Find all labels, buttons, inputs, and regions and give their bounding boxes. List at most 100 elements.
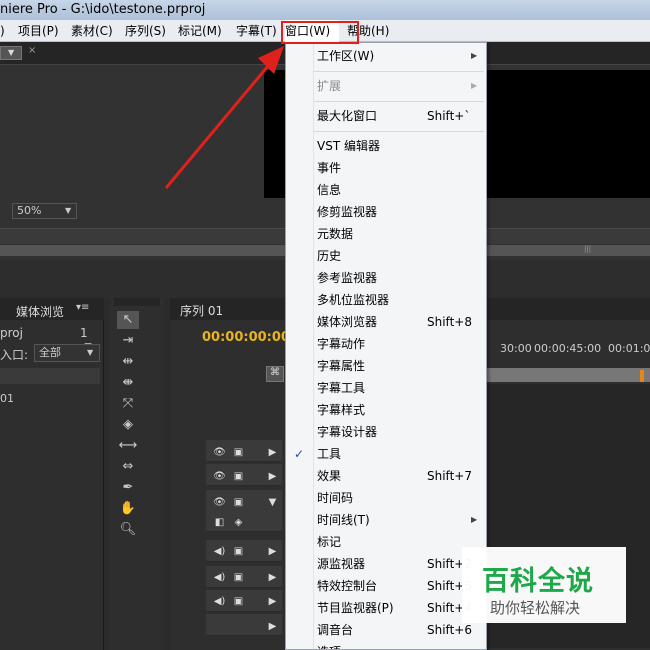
lock-icon[interactable]: ▣ [232, 545, 245, 558]
menu-item-source-monitor[interactable]: 源监视器 Shift+2 [286, 553, 486, 575]
menu-item-options[interactable]: 选项 [286, 641, 486, 649]
speaker-icon[interactable]: ◀) [213, 571, 226, 584]
menu-item-vst-editor[interactable]: VST 编辑器 [286, 135, 486, 157]
work-area-bar[interactable] [486, 368, 650, 382]
menu-item-label: 字幕动作 [317, 337, 366, 351]
menu-item-label: 标记 [317, 535, 342, 549]
menu-item-label: 时间码 [317, 491, 354, 505]
panel-menu-icon[interactable]: ▾≡ [76, 302, 89, 313]
menu-separator [314, 131, 484, 132]
menu-item-maximize[interactable]: 最大化窗口 Shift+` [286, 105, 486, 127]
lock-icon[interactable]: ▣ [232, 496, 245, 509]
collapse-icon[interactable]: ▼ [266, 496, 279, 509]
menu-item-metadata[interactable]: 元数据 [286, 223, 486, 245]
menu-item-label: 字幕属性 [317, 359, 366, 373]
menu-clip[interactable]: 素材(C) [71, 20, 113, 42]
project-tab-strip: 媒体浏览 ▾≡ [0, 298, 104, 320]
menu-item-multicam-monitor[interactable]: 多机位监视器 [286, 289, 486, 311]
menu-item-timecode[interactable]: 时间码 [286, 487, 486, 509]
arrow-head [258, 46, 284, 74]
menu-item-label: 字幕样式 [317, 403, 366, 417]
entry-value: 全部 [39, 346, 61, 359]
expand-icon[interactable]: ▶ [266, 571, 279, 584]
menu-item-label: 修剪监视器 [317, 205, 378, 219]
expand-icon[interactable]: ▶ [266, 595, 279, 608]
menu-separator [314, 101, 484, 102]
grip-icon: ||| [584, 245, 592, 253]
track-select-tool-icon[interactable]: ⇥ [117, 332, 139, 350]
playhead-marker[interactable] [640, 370, 644, 382]
rate-stretch-tool-icon[interactable]: ⤧ [117, 395, 139, 413]
menu-item-timelines[interactable]: 时间线(T) ▶ [286, 509, 486, 531]
menu-item-info[interactable]: 信息 [286, 179, 486, 201]
keyframe-icon[interactable]: ◧ [213, 516, 226, 529]
chevron-down-icon: ▼ [87, 348, 94, 357]
expand-icon[interactable]: ▶ [266, 446, 279, 459]
keyframe-add-icon[interactable]: ◈ [232, 516, 245, 529]
menu-item-label: 节目监视器(P) [317, 601, 394, 615]
expand-icon[interactable]: ▶ [266, 470, 279, 483]
menu-item-title-actions[interactable]: 字幕动作 [286, 333, 486, 355]
razor-tool-icon[interactable]: ◈ [117, 416, 139, 434]
slide-tool-icon[interactable]: ⇔ [117, 458, 139, 476]
menu-item-tools[interactable]: ✓ 工具 [286, 443, 486, 465]
chevron-down-icon: ▼ [8, 48, 15, 57]
menu-item-trim-monitor[interactable]: 修剪监视器 [286, 201, 486, 223]
lock-icon[interactable]: ▣ [232, 571, 245, 584]
rolling-edit-tool-icon[interactable]: ⇼ [117, 374, 139, 392]
menu-item-label: 工作区(W) [317, 49, 375, 63]
menu-project[interactable]: 项目(P) [18, 20, 59, 42]
menu-item-workspace[interactable]: 工作区(W) ▶ [286, 45, 486, 67]
menu-item-title-designer[interactable]: 字幕设计器 [286, 421, 486, 443]
menu-item-title-tools[interactable]: 字幕工具 [286, 377, 486, 399]
menu-item-history[interactable]: 历史 [286, 245, 486, 267]
eye-icon[interactable]: 👁︎ [213, 496, 226, 509]
menu-item-label: 字幕设计器 [317, 425, 378, 439]
eye-icon[interactable]: 👁︎ [213, 470, 226, 483]
tab-sequence-01[interactable]: 序列 01 [180, 302, 223, 319]
eye-icon[interactable]: 👁︎ [213, 446, 226, 459]
tab-media-browser[interactable]: 媒体浏览 [16, 303, 64, 320]
zoom-tool-icon[interactable]: 🔍︎ [117, 521, 139, 539]
expand-icon[interactable]: ▶ [266, 545, 279, 558]
speaker-icon[interactable]: ◀) [213, 545, 226, 558]
pen-tool-icon[interactable]: ✒ [117, 479, 139, 497]
menu-item-label: 信息 [317, 183, 342, 197]
selection-tool-icon[interactable]: ↖ [117, 311, 139, 329]
menu-item-extensions[interactable]: 扩展 ▶ [286, 75, 486, 97]
menu-item-effect-controls[interactable]: 特效控制台 Shift+5 [286, 575, 486, 597]
menu-item-shortcut: Shift+7 [427, 469, 472, 483]
speaker-icon[interactable]: ◀) [213, 595, 226, 608]
menu-item-label: 字幕工具 [317, 381, 366, 395]
panel-menu-button[interactable]: ▼ [0, 46, 22, 60]
menu-item-label: 参考监视器 [317, 271, 378, 285]
menu-item-label: 历史 [317, 249, 342, 263]
menu-item-label: 效果 [317, 469, 342, 483]
menu-item-effects[interactable]: 效果 Shift+7 [286, 465, 486, 487]
menu-item-reference-monitor[interactable]: 参考监视器 [286, 267, 486, 289]
ripple-edit-tool-icon[interactable]: ⇹ [117, 353, 139, 371]
zoom-dropdown[interactable]: 50% ▼ [12, 203, 77, 219]
close-icon[interactable]: × [28, 45, 36, 56]
menu-item-audio-mixer[interactable]: 调音台 Shift+6 [286, 619, 486, 641]
timecode[interactable]: 00:00:00:00 [202, 330, 290, 345]
hand-tool-icon[interactable]: ✋ [117, 500, 139, 518]
menu-item-title-styles[interactable]: 字幕样式 [286, 399, 486, 421]
menu-fragment[interactable]: ) [0, 20, 5, 42]
menu-item-media-browser[interactable]: 媒体浏览器 Shift+8 [286, 311, 486, 333]
chevron-down-icon: ▼ [65, 206, 72, 215]
entry-dropdown[interactable]: 全部 ▼ [34, 344, 100, 362]
project-panel: 媒体浏览 ▾≡ proj 1 项 入口: 全部 ▼ 01 [0, 298, 104, 650]
lock-icon[interactable]: ▣ [232, 446, 245, 459]
menu-item-label: 源监视器 [317, 557, 366, 571]
slip-tool-icon[interactable]: ⟷ [117, 437, 139, 455]
menu-item-title-properties[interactable]: 字幕属性 [286, 355, 486, 377]
expand-icon[interactable]: ▶ [266, 620, 279, 633]
menu-item-events[interactable]: 事件 [286, 157, 486, 179]
menu-item-program-monitor[interactable]: 节目监视器(P) Shift+4 [286, 597, 486, 619]
list-item[interactable]: 01 [0, 392, 14, 405]
lock-icon[interactable]: ▣ [232, 470, 245, 483]
menu-item-markers[interactable]: 标记 [286, 531, 486, 553]
snap-button[interactable]: ⌘ [266, 366, 284, 382]
lock-icon[interactable]: ▣ [232, 595, 245, 608]
